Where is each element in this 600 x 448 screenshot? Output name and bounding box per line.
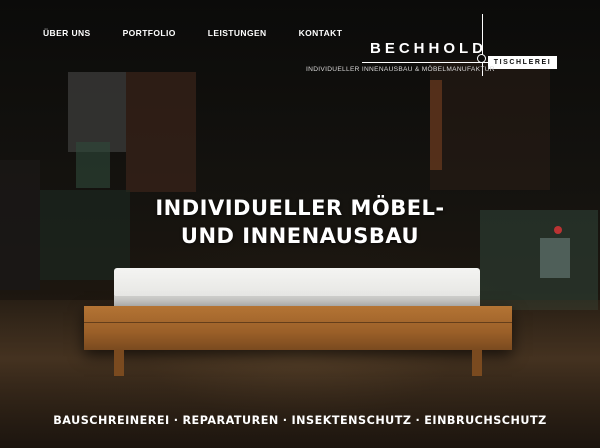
service-separator: · <box>173 414 179 427</box>
service-separator: · <box>282 414 288 427</box>
logo-subtitle: TISCHLEREI <box>488 56 557 69</box>
service-separator: · <box>415 414 421 427</box>
bed-leg <box>114 350 124 376</box>
background-machine <box>430 80 442 170</box>
service-item-insektenschutz[interactable]: INSEKTENSCHUTZ <box>292 414 412 427</box>
hero-section: ÜBER UNS PORTFOLIO LEISTUNGEN KONTAKT BE… <box>0 0 600 448</box>
bed-leg <box>472 350 482 376</box>
service-item-bauschreinerei[interactable]: BAUSCHREINEREI <box>53 414 169 427</box>
mattress <box>114 268 480 298</box>
bed-frame <box>84 306 512 350</box>
logo-tagline: INDIVIDUELLER INNENAUSBAU & MÖBELMANUFAK… <box>306 66 495 73</box>
background-cabinet <box>68 72 126 152</box>
logo-name: BECHHOLD <box>370 40 487 57</box>
bed-image <box>84 262 516 382</box>
background-cabinet <box>126 72 196 192</box>
nav-item-leistungen[interactable]: LEISTUNGEN <box>208 28 267 38</box>
services-list: BAUSCHREINEREI · REPARATUREN · INSEKTENSCHUT… <box>0 414 600 427</box>
hero-headline-line2: UND INNENAUSBAU <box>180 224 420 249</box>
nav-item-ueber-uns[interactable]: ÜBER UNS <box>43 28 91 38</box>
service-item-reparaturen[interactable]: REPARATUREN <box>182 414 278 427</box>
service-item-einbruchschutz[interactable]: EINBRUCHSCHUTZ <box>424 414 546 427</box>
bed-frame-joint <box>84 322 512 323</box>
background-machine <box>76 142 110 188</box>
logo-circle-icon <box>477 54 486 63</box>
brand-logo[interactable]: BECHHOLD TISCHLEREI INDIVIDUELLER INNENA… <box>300 14 562 80</box>
hero-headline-line1: INDIVIDUELLER MÖBEL- <box>155 196 445 221</box>
hero-headline: INDIVIDUELLER MÖBEL- UND INNENAUSBAU <box>0 194 600 250</box>
nav-item-portfolio[interactable]: PORTFOLIO <box>123 28 176 38</box>
